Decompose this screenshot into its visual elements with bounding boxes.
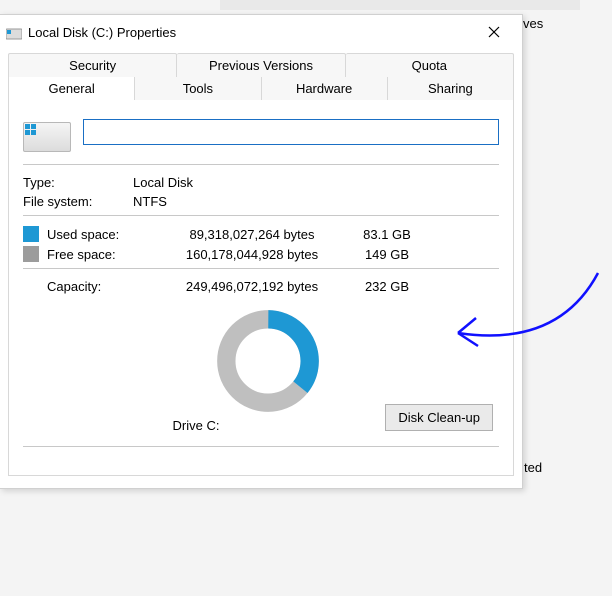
drive-letter-label: Drive C:: [23, 418, 369, 433]
type-value: Local Disk: [133, 175, 499, 190]
tab-strip: Security Previous Versions Quota General…: [8, 53, 514, 100]
disk-usage-donut-chart: [213, 306, 323, 416]
used-space-swatch: [23, 226, 39, 242]
close-icon: [488, 26, 500, 38]
used-space-bytes: 89,318,027,264 bytes: [157, 227, 347, 242]
background-text-fragment: ves: [523, 16, 543, 31]
background-toolbar-fragment: [220, 0, 580, 10]
free-space-swatch: [23, 246, 39, 262]
capacity-label: Capacity:: [47, 279, 157, 294]
tab-panel-general: Type: Local Disk File system: NTFS Used …: [8, 100, 514, 476]
tab-general[interactable]: General: [8, 77, 135, 100]
drive-large-icon: [23, 114, 69, 150]
used-space-gb: 83.1 GB: [347, 227, 427, 242]
filesystem-value: NTFS: [133, 194, 499, 209]
free-space-bytes: 160,178,044,928 bytes: [157, 247, 347, 262]
separator: [23, 446, 499, 447]
tab-sharing[interactable]: Sharing: [388, 77, 514, 100]
close-button[interactable]: [474, 18, 514, 46]
drive-label-input[interactable]: [83, 119, 499, 145]
capacity-bytes: 249,496,072,192 bytes: [157, 279, 347, 294]
tab-quota[interactable]: Quota: [346, 53, 514, 77]
properties-dialog: Local Disk (C:) Properties Security Prev…: [0, 14, 523, 489]
tab-hardware[interactable]: Hardware: [262, 77, 388, 100]
used-space-label: Used space:: [47, 227, 157, 242]
filesystem-label: File system:: [23, 194, 133, 209]
disk-cleanup-button[interactable]: Disk Clean-up: [385, 404, 493, 431]
tab-tools[interactable]: Tools: [135, 77, 261, 100]
free-space-label: Free space:: [47, 247, 157, 262]
separator: [23, 215, 499, 216]
separator: [23, 164, 499, 165]
tab-previous-versions[interactable]: Previous Versions: [177, 53, 345, 77]
tab-security[interactable]: Security: [8, 53, 177, 77]
drive-icon: [6, 24, 22, 40]
titlebar[interactable]: Local Disk (C:) Properties: [0, 15, 522, 49]
window-title: Local Disk (C:) Properties: [28, 25, 474, 40]
separator: [23, 268, 499, 269]
free-space-gb: 149 GB: [347, 247, 427, 262]
windows-badge-icon: [25, 124, 37, 136]
capacity-gb: 232 GB: [347, 279, 427, 294]
background-text-fragment: ted: [524, 460, 542, 475]
type-label: Type:: [23, 175, 133, 190]
